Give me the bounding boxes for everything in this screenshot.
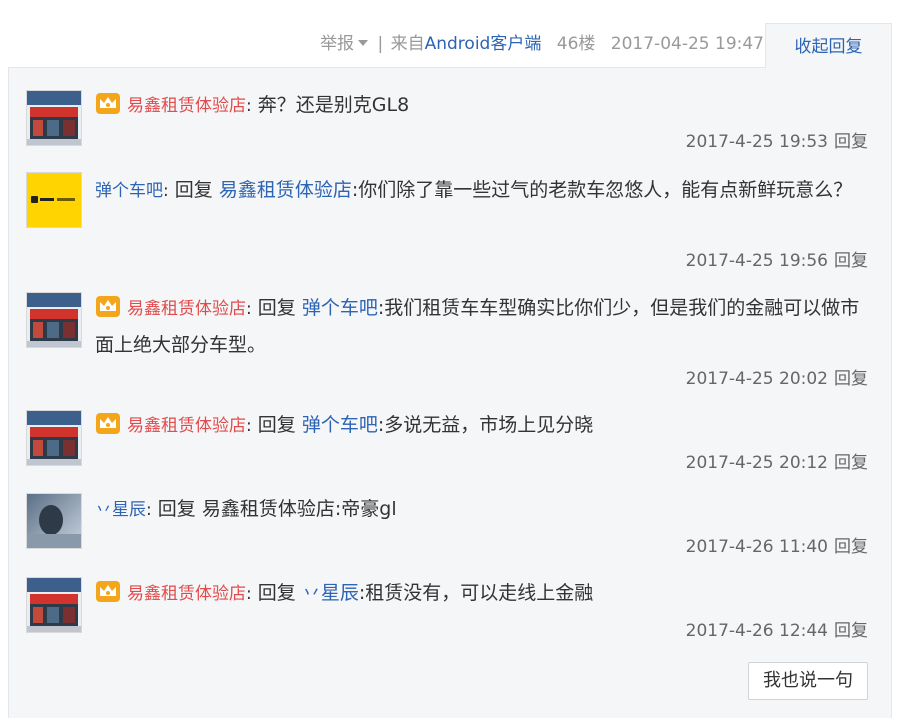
- reply-footer: 2017-4-26 12:44 回复: [686, 616, 868, 641]
- reply-content: :帝豪gl: [334, 498, 397, 520]
- avatar[interactable]: [26, 292, 82, 348]
- reply-button[interactable]: 回复: [834, 621, 868, 641]
- collapse-replies-button[interactable]: 收起回复: [765, 23, 892, 68]
- reply-button[interactable]: 回复: [834, 537, 868, 557]
- add-comment-button[interactable]: 我也说一句: [748, 662, 868, 700]
- avatar[interactable]: [26, 410, 82, 466]
- caret-down-icon: [358, 40, 369, 46]
- meta-separator: |: [377, 34, 384, 54]
- author-colon: :: [163, 181, 169, 201]
- user-avatar-image: [27, 494, 81, 548]
- reply-target-user[interactable]: 丷星辰: [302, 582, 359, 604]
- crown-vip-icon: [96, 296, 120, 317]
- reply-button[interactable]: 回复: [834, 369, 868, 389]
- avatar[interactable]: [26, 493, 82, 549]
- reply-body: 易鑫租赁体验店: 奔？还是别克GL8: [95, 87, 869, 124]
- reply-body: 易鑫租赁体验店: 回复 弹个车吧:多说无益，市场上见分晓: [95, 407, 869, 444]
- reply-author[interactable]: 易鑫租赁体验店: [127, 584, 246, 604]
- reply-word: 回复: [257, 414, 296, 436]
- reply-word: 回复: [157, 498, 196, 520]
- author-colon: :: [146, 500, 152, 520]
- reply-author[interactable]: 易鑫租赁体验店: [127, 299, 246, 319]
- reply-button[interactable]: 回复: [834, 132, 868, 152]
- reply-author[interactable]: 易鑫租赁体验店: [127, 96, 246, 116]
- reply-body: 易鑫租赁体验店: 回复 丷星辰:租赁没有，可以走线上金融: [95, 575, 869, 612]
- reply-footer: 2017-4-25 20:02 回复: [686, 364, 868, 389]
- author-colon: :: [246, 299, 252, 319]
- reply-author[interactable]: 弹个车吧: [95, 181, 163, 201]
- reply-button[interactable]: 回复: [834, 453, 868, 473]
- reply-word: 回复: [257, 297, 296, 319]
- reply-time: 2017-4-25 19:53: [685, 132, 828, 152]
- reply-footer: 2017-4-25 19:56 回复: [686, 246, 868, 271]
- avatar[interactable]: [26, 577, 82, 633]
- reply-target-user[interactable]: 弹个车吧: [302, 297, 378, 319]
- reply-content: 奔？还是别克GL8: [257, 94, 410, 116]
- client-link[interactable]: Android客户端: [425, 34, 542, 54]
- floor-number: 46楼: [556, 34, 596, 54]
- reply-target-user[interactable]: 易鑫租赁体验店: [219, 179, 352, 201]
- reply-footer: 2017-4-26 11:40 回复: [686, 532, 868, 557]
- crown-vip-icon: [96, 581, 120, 602]
- crown-vip-icon: [96, 93, 120, 114]
- reply-button[interactable]: 回复: [834, 251, 868, 271]
- reply-body: 弹个车吧: 回复 易鑫租赁体验店:你们除了靠一些过气的老款车忽悠人，能有点新鲜玩…: [95, 172, 869, 209]
- store-avatar-image: [27, 293, 81, 347]
- reply-footer: 2017-4-25 19:53 回复: [686, 127, 868, 152]
- reply-word: 回复: [257, 582, 296, 604]
- brand-avatar-image: [27, 173, 81, 227]
- author-colon: :: [246, 584, 252, 604]
- reply-author[interactable]: 丷星辰: [95, 500, 146, 520]
- report-link[interactable]: 举报: [320, 34, 370, 54]
- post-time: 2017-04-25 19:47: [610, 34, 764, 54]
- reply-target-user[interactable]: 弹个车吧: [302, 414, 378, 436]
- reply-word: 回复: [174, 179, 213, 201]
- reply-list-panel: 易鑫租赁体验店: 奔？还是别克GL8 2017-4-25 19:53 回复 弹个车…: [8, 67, 892, 718]
- reply-content: :多说无益，市场上见分晓: [377, 414, 594, 436]
- reply-body: 易鑫租赁体验店: 回复 弹个车吧:我们租赁车车型确实比你们少，但是我们的金融可以…: [95, 290, 869, 363]
- reply-time: 2017-4-25 20:12: [685, 453, 828, 473]
- author-colon: :: [246, 416, 252, 436]
- reply-footer: 2017-4-25 20:12 回复: [686, 448, 868, 473]
- reply-body: 丷星辰: 回复 易鑫租赁体验店:帝豪gl: [95, 491, 869, 528]
- author-colon: :: [246, 96, 252, 116]
- reply-time: 2017-4-26 12:44: [685, 621, 828, 641]
- post-meta-bar: 举报 | 来自Android客户端 46楼 2017-04-25 19:47: [0, 26, 764, 62]
- store-avatar-image: [27, 91, 81, 145]
- comment-thread-page: 举报 | 来自Android客户端 46楼 2017-04-25 19:47 收…: [0, 0, 900, 718]
- reply-author[interactable]: 易鑫租赁体验店: [127, 416, 246, 436]
- reply-content: :你们除了靠一些过气的老款车忽悠人，能有点新鲜玩意么？: [351, 179, 853, 201]
- crown-vip-icon: [96, 413, 120, 434]
- store-avatar-image: [27, 578, 81, 632]
- store-avatar-image: [27, 411, 81, 465]
- reply-target-user[interactable]: 易鑫租赁体验店: [202, 498, 335, 520]
- reply-time: 2017-4-25 20:02: [685, 369, 828, 389]
- from-prefix: 来自: [390, 34, 425, 54]
- reply-time: 2017-4-25 19:56: [685, 251, 828, 271]
- avatar[interactable]: [26, 172, 82, 228]
- avatar[interactable]: [26, 90, 82, 146]
- reply-content: :租赁没有，可以走线上金融: [358, 582, 594, 604]
- reply-time: 2017-4-26 11:40: [685, 537, 828, 557]
